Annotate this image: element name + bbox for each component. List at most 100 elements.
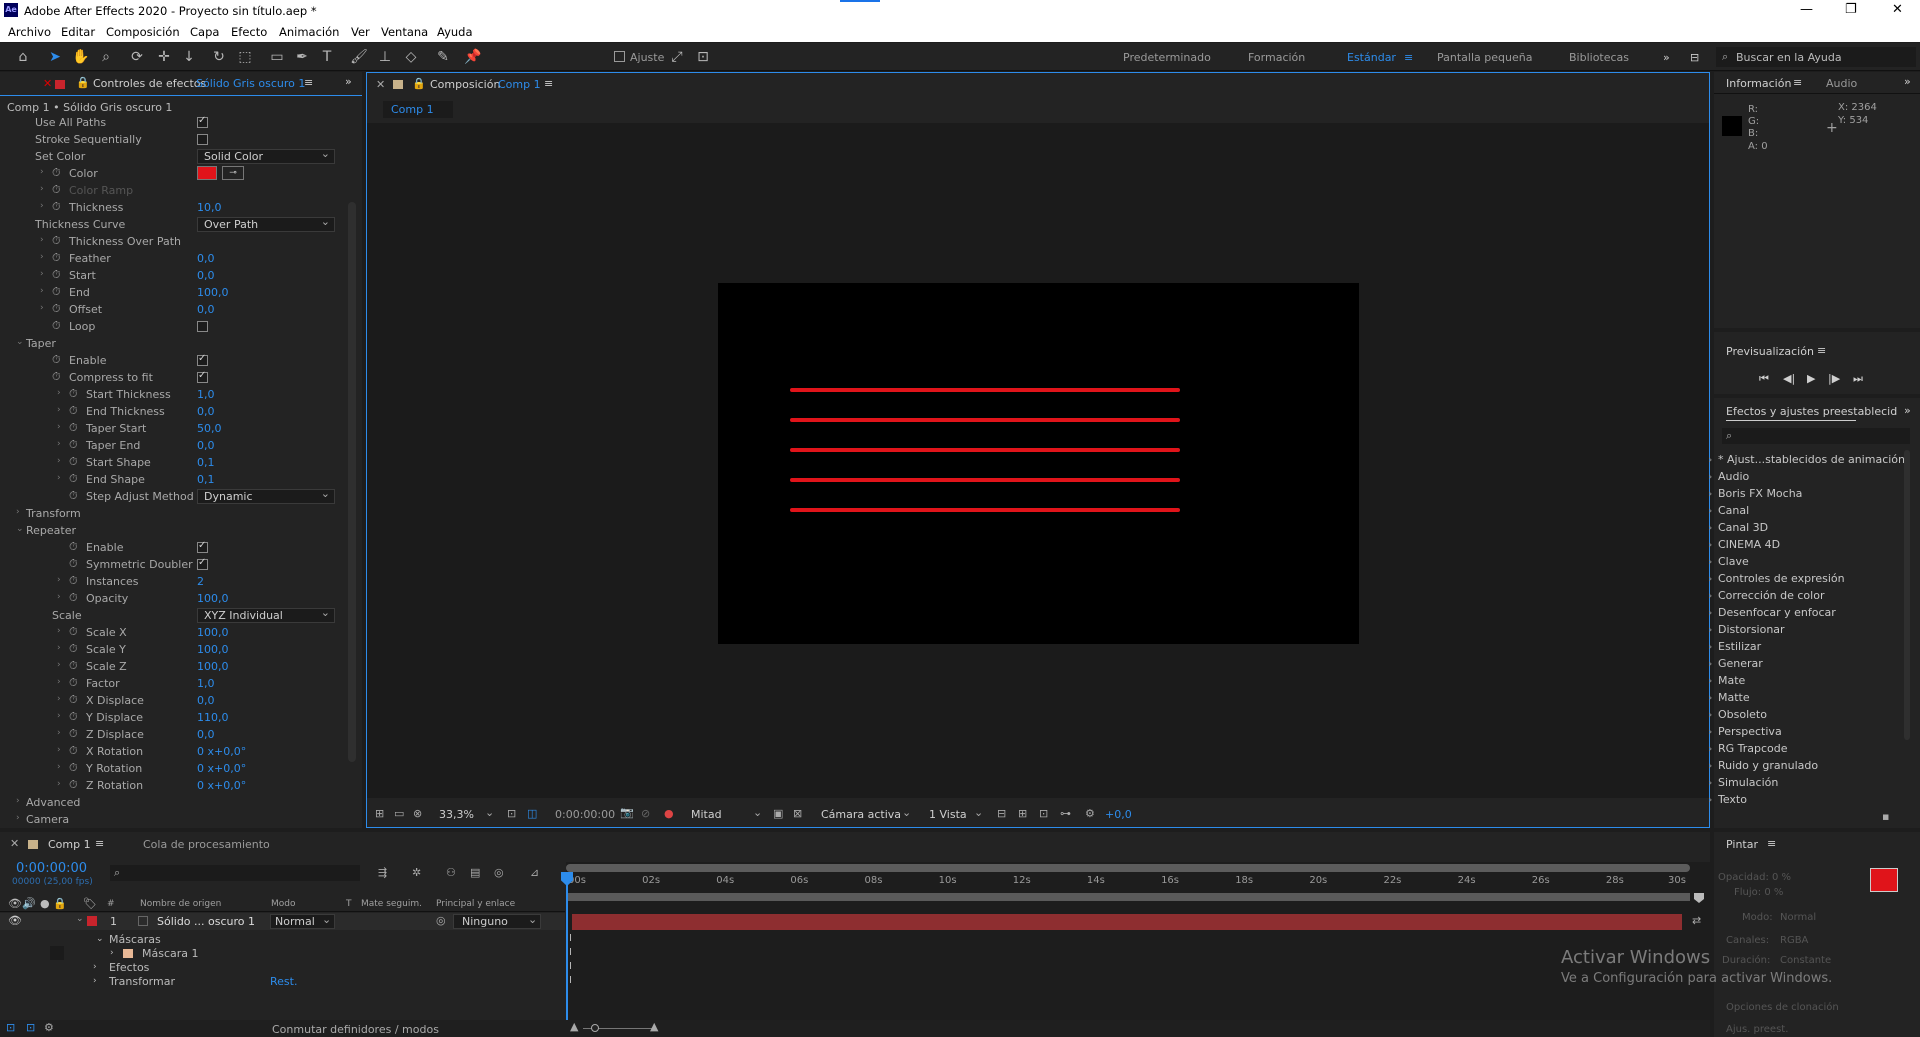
group-collapsed-icon[interactable]: ›	[16, 813, 20, 823]
transform-reset-link[interactable]: Rest.	[270, 975, 297, 988]
effects-search-input[interactable]: ⌕	[1722, 428, 1910, 444]
stopwatch-icon[interactable]: ⏱	[52, 353, 61, 367]
draft-3d-timeline-icon[interactable]: ✲	[412, 866, 421, 879]
rectangle-tool-icon[interactable]: ▭	[268, 48, 286, 66]
effect-prop-end-shape[interactable]: › ⏱ End Shape 0,1	[0, 471, 340, 488]
property-checkbox[interactable]	[197, 115, 208, 128]
preview-menu-icon[interactable]: ≡	[1817, 344, 1826, 357]
motion-blur-icon[interactable]: ◎	[494, 866, 504, 879]
channel-icon[interactable]: ●	[664, 807, 674, 820]
expand-panel-icon[interactable]: »	[345, 75, 352, 88]
effect-category-item[interactable]: Estilizar	[1708, 640, 1761, 653]
masks-group[interactable]: Máscaras	[109, 933, 161, 946]
property-value[interactable]: 0 x+0,0°	[197, 762, 246, 775]
views-dropdown-icon[interactable]: ⌄	[974, 806, 983, 819]
effect-prop-z-rotation[interactable]: › ⏱ Z Rotation 0 x+0,0°	[0, 777, 340, 794]
stopwatch-icon[interactable]: ⏱	[52, 234, 61, 248]
comp-menu-icon[interactable]: ≡	[544, 77, 553, 90]
property-value[interactable]: 100,0	[197, 660, 229, 673]
effect-category-item[interactable]: Generar	[1708, 657, 1763, 670]
next-frame-icon[interactable]: |▶	[1828, 372, 1840, 385]
group-expanded-icon[interactable]: ⌄	[16, 337, 24, 347]
stopwatch-icon[interactable]: ⏱	[69, 438, 78, 452]
stopwatch-icon[interactable]: ⏱	[52, 200, 61, 214]
frame-blending-icon[interactable]: ▤	[470, 866, 480, 879]
effect-category-item[interactable]: Simulación	[1708, 776, 1778, 789]
effect-prop-thickness-curve[interactable]: Thickness Curve Over Path	[0, 215, 340, 233]
playhead-line[interactable]	[566, 872, 568, 1020]
effect-prop-offset[interactable]: › ⏱ Offset 0,0	[0, 301, 340, 318]
comp-flowchart-icon[interactable]: ⇶	[378, 866, 387, 879]
effect-prop-start-shape[interactable]: › ⏱ Start Shape 0,1	[0, 454, 340, 471]
property-value[interactable]: 100,0	[197, 286, 229, 299]
property-value[interactable]: 0,0	[197, 439, 215, 452]
help-search-box[interactable]: ⌕ Buscar en la Ayuda	[1716, 47, 1916, 67]
property-value[interactable]: 0 x+0,0°	[197, 745, 246, 758]
stopwatch-icon[interactable]: ⏱	[69, 625, 78, 639]
effect-category-item[interactable]: Controles de expresión	[1708, 572, 1845, 585]
zoom-dropdown-icon[interactable]: ⌄	[485, 806, 494, 819]
property-expand-icon[interactable]: ›	[57, 643, 61, 653]
stopwatch-icon[interactable]: ⏱	[69, 489, 78, 503]
effect-prop-thickness[interactable]: › ⏱ Thickness 10,0	[0, 199, 340, 216]
effects-tab-label[interactable]: Controles de efectos	[93, 77, 206, 90]
always-preview-icon[interactable]: ⊞	[375, 807, 384, 820]
timeline-comp-tab[interactable]: Comp 1	[48, 838, 91, 851]
type-tool-icon[interactable]: T	[318, 48, 336, 66]
masks-expand-icon[interactable]: ⌄	[96, 934, 104, 944]
effect-prop-y-displace[interactable]: › ⏱ Y Displace 110,0	[0, 709, 340, 726]
stopwatch-icon[interactable]: ⏱	[69, 761, 78, 775]
eyedropper-icon[interactable]: ⊸	[222, 166, 244, 180]
property-expand-icon[interactable]: ›	[40, 167, 44, 177]
effect-prop-end[interactable]: › ⏱ End 100,0	[0, 284, 340, 301]
property-expand-icon[interactable]: ›	[57, 405, 61, 415]
workspace-formacion[interactable]: Formación	[1248, 51, 1305, 64]
comp-timecode[interactable]: 0:00:00:00	[555, 808, 615, 821]
panel-close-icon[interactable]: ✕	[43, 77, 52, 90]
toggle-pixel-aspect-icon[interactable]: ⊟	[997, 807, 1006, 820]
foreground-color[interactable]	[1870, 868, 1898, 892]
zoom-slider-handle[interactable]	[591, 1024, 599, 1032]
menu-archivo[interactable]: Archivo	[8, 25, 51, 39]
stopwatch-icon[interactable]: ⏱	[69, 676, 78, 690]
camera-dropdown-icon[interactable]: ⌄	[902, 806, 911, 819]
show-snapshot-icon[interactable]: ⊘	[641, 807, 650, 820]
stopwatch-icon[interactable]: ⏱	[69, 659, 78, 673]
info-menu-icon[interactable]: ≡	[1793, 76, 1802, 89]
effects-list-scrollbar[interactable]	[1904, 450, 1910, 740]
property-value[interactable]: 0,0	[197, 728, 215, 741]
comp-button-icon[interactable]: ⇄	[1692, 914, 1701, 927]
resolution-dropdown-icon[interactable]: ⌄	[753, 806, 762, 819]
zoom-out-icon[interactable]: ▲	[570, 1020, 578, 1033]
property-checkbox[interactable]	[197, 540, 208, 553]
effect-category-item[interactable]: RG Trapcode	[1708, 742, 1787, 755]
property-value[interactable]: 100,0	[197, 592, 229, 605]
lock-icon[interactable]: 🔒	[76, 76, 90, 89]
layer-duration-bar[interactable]	[572, 914, 1682, 930]
info-expand-icon[interactable]: »	[1904, 75, 1911, 88]
effect-prop-taper[interactable]: ⌄ Taper	[0, 335, 340, 352]
property-value[interactable]: 0 x+0,0°	[197, 779, 246, 792]
stopwatch-icon[interactable]: ⏱	[52, 302, 61, 316]
roto-brush-icon[interactable]: ✎	[434, 48, 452, 66]
pan-behind-icon[interactable]: ⬚	[236, 48, 254, 66]
effect-prop-enable[interactable]: ⏱ Enable	[0, 539, 340, 556]
layer-name[interactable]: Sólido ... oscuro 1	[157, 915, 255, 928]
property-value[interactable]: 2	[197, 575, 204, 588]
effect-prop-color[interactable]: › ⏱ Color ⊸	[0, 165, 340, 182]
flowchart-icon[interactable]: ⊶	[1060, 807, 1071, 820]
property-expand-icon[interactable]: ›	[57, 575, 61, 585]
stopwatch-icon[interactable]: ⏱	[52, 166, 61, 180]
workspace-pantalla-pequena[interactable]: Pantalla pequeña	[1437, 51, 1532, 64]
stopwatch-icon[interactable]: ⏱	[69, 574, 78, 588]
effect-prop-scale-y[interactable]: › ⏱ Scale Y 100,0	[0, 641, 340, 658]
more-workspaces-icon[interactable]: »	[1663, 51, 1670, 64]
orbit-camera-icon[interactable]: ⟳	[128, 48, 146, 66]
effect-prop-z-displace[interactable]: › ⏱ Z Displace 0,0	[0, 726, 340, 743]
stopwatch-icon[interactable]: ⏱	[69, 455, 78, 469]
property-checkbox[interactable]	[197, 353, 208, 366]
draft-3d-icon[interactable]: ⊠	[793, 807, 802, 820]
new-preset-icon[interactable]: ▪	[1882, 810, 1889, 823]
property-value[interactable]: 0,0	[197, 269, 215, 282]
switches-modes-label[interactable]: Conmutar definidores / modos	[272, 1023, 439, 1036]
